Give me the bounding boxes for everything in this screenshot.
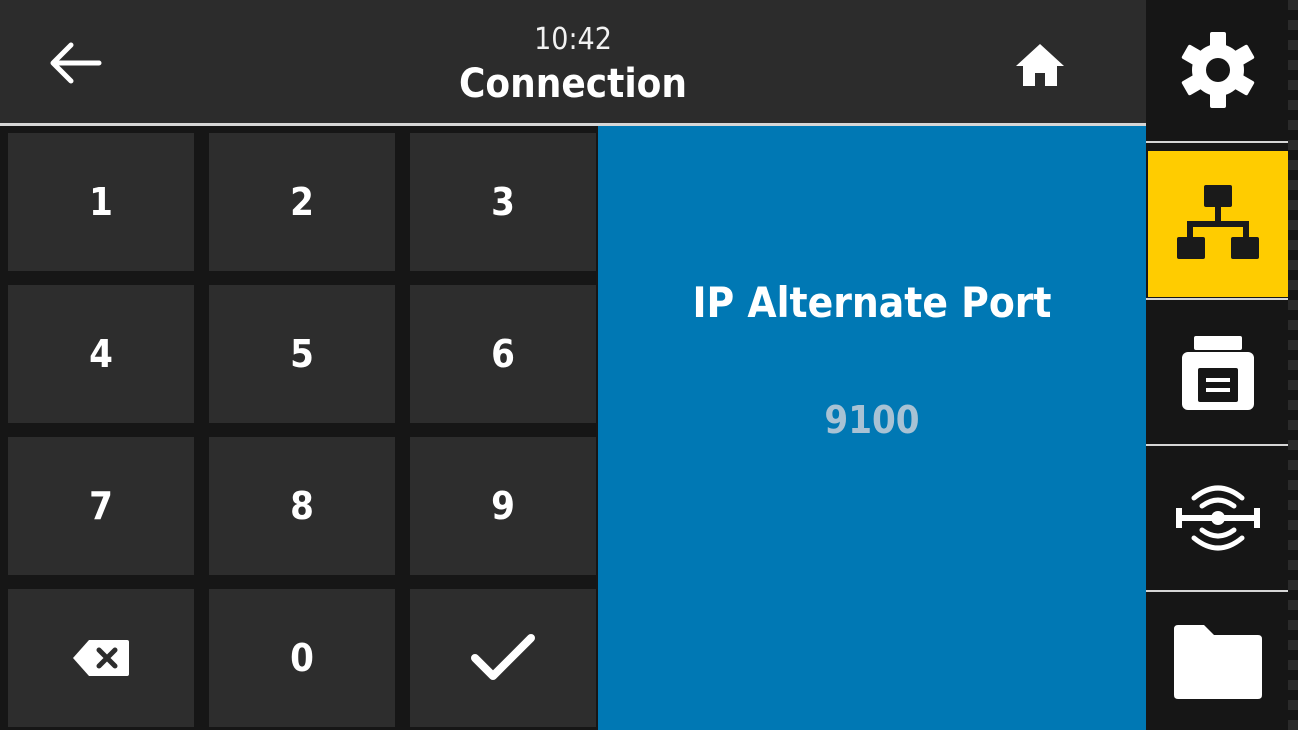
printer-screen: 10:42 Connection 1 2 3 4 5 6 7 8 9 0 IP … — [0, 0, 1298, 730]
key-9[interactable]: 9 — [410, 437, 596, 575]
key-8[interactable]: 8 — [209, 437, 395, 575]
sidebar-divider — [1146, 141, 1288, 143]
key-4[interactable]: 4 — [8, 285, 194, 423]
key-2[interactable]: 2 — [209, 133, 395, 271]
key-0[interactable]: 0 — [209, 589, 395, 727]
network-icon — [1177, 185, 1259, 259]
home-button[interactable] — [995, 30, 1085, 100]
header-bar: 10:42 Connection — [0, 0, 1146, 123]
setting-label: IP Alternate Port — [692, 278, 1052, 327]
clock: 10:42 — [534, 22, 612, 57]
setting-value[interactable]: 9100 — [598, 398, 1146, 442]
folder-icon — [1174, 625, 1262, 699]
key-1[interactable]: 1 — [8, 133, 194, 271]
confirm-key[interactable] — [410, 589, 596, 727]
sidebar-item-print[interactable] — [1148, 300, 1288, 444]
page-title: Connection — [458, 61, 687, 107]
sidebar-item-storage[interactable] — [1148, 592, 1288, 730]
home-icon — [1016, 44, 1064, 86]
sidebar-item-sensors[interactable] — [1148, 446, 1288, 590]
sidebar-item-connection[interactable] — [1148, 151, 1288, 297]
setting-panel: IP Alternate Port 9100 — [598, 126, 1146, 730]
key-3[interactable]: 3 — [410, 133, 596, 271]
key-7[interactable]: 7 — [8, 437, 194, 575]
sidebar-item-settings[interactable] — [1148, 0, 1288, 140]
checkmark-icon — [471, 634, 535, 680]
sensor-icon — [1176, 485, 1260, 551]
gear-icon — [1181, 32, 1255, 108]
printer-icon — [1182, 336, 1254, 410]
backspace-key[interactable] — [8, 589, 194, 727]
key-6[interactable]: 6 — [410, 285, 596, 423]
numeric-keypad: 1 2 3 4 5 6 7 8 9 0 — [8, 133, 598, 730]
key-5[interactable]: 5 — [209, 285, 395, 423]
sidebar-scroll-indicator — [1288, 0, 1298, 730]
backspace-icon — [73, 640, 129, 676]
